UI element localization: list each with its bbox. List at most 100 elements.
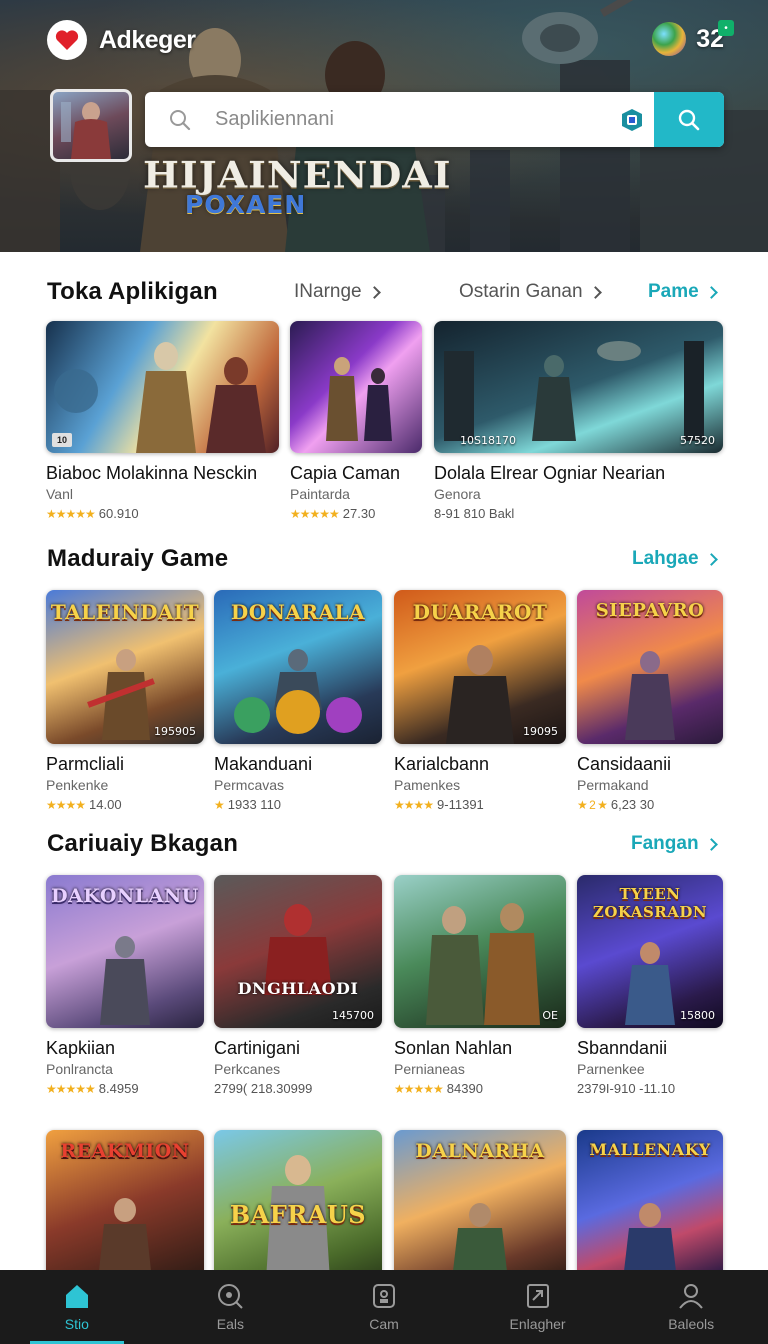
game-card-image: DUARAROT 19095	[394, 590, 566, 744]
game-card-image: TALEINDAIT 195905	[46, 590, 204, 744]
game-title: Makanduani	[214, 754, 313, 774]
heart-logo-icon	[47, 20, 87, 60]
filter-link-2[interactable]: Ostarin Ganan	[459, 281, 602, 303]
game-card[interactable]: DAKONLANU Kapkiian Ponlrancta ★★★★★ 8.495…	[46, 875, 204, 1096]
see-all-link[interactable]: Lahgae	[632, 548, 718, 570]
nav-label: Stio	[64, 1316, 89, 1332]
section-title: Maduraiy Game	[47, 545, 229, 572]
game-developer: Parnenkee	[577, 1061, 645, 1077]
game-card-image: DALNARHA	[394, 1130, 566, 1280]
nav-label: Baleols	[668, 1316, 715, 1332]
game-card-image: MALLENAKY	[577, 1130, 723, 1280]
app-rating: ★★★★★ 27.30	[290, 506, 376, 521]
app-card-image: 10S18170 57520	[434, 321, 723, 453]
size-stat: 57520	[680, 434, 715, 447]
app-card[interactable]: 10S18170 57520 Dolala Elrear Ogniar Near…	[434, 321, 723, 521]
game-card[interactable]: TALEINDAIT 195905 Parmcliali Penkenke ★★…	[46, 590, 204, 812]
app-rating: ★★★★★ 60.910	[46, 506, 139, 521]
star-rating-icon: ★★★★★	[46, 506, 96, 521]
age-badge: 10	[52, 433, 72, 447]
size-stat: OE	[542, 1009, 558, 1022]
game-rating: ★ 1933 110	[214, 797, 282, 812]
game-card-image: SIEPAVRO	[577, 590, 723, 744]
search-submit-icon	[678, 109, 700, 130]
game-title: Sbanndanii	[577, 1038, 668, 1058]
chevron-right-icon	[588, 285, 602, 299]
game-developer: Permakand	[577, 777, 649, 793]
game-developer: Penkenke	[46, 777, 109, 793]
star-rating-icon: ★★★★	[394, 797, 434, 812]
game-title: Cansidaanii	[577, 754, 672, 774]
game-card[interactable]: MALLENAKY	[577, 1130, 723, 1280]
app-rating: 8-91 810 Bakl	[434, 506, 515, 521]
game-card[interactable]: BAFRAUS	[214, 1130, 382, 1280]
share-icon	[526, 1284, 549, 1308]
game-card-image: REAKMION	[46, 1130, 204, 1280]
game-developer: Ponlrancta	[46, 1061, 113, 1077]
section-header-categories: Cariuaiy Bkagan Fangan	[47, 830, 722, 862]
size-stat: 15800	[680, 1009, 715, 1022]
game-card[interactable]: SIEPAVRO Cansidaanii Permakand ★ 2 ★ 6,23…	[577, 590, 723, 812]
search-submit-button[interactable]	[654, 92, 724, 147]
star-rating-icon: ★★★★★	[394, 1081, 444, 1096]
game-developer: Pamenkes	[394, 777, 461, 793]
nav-item-profile[interactable]: Baleols	[614, 1270, 768, 1344]
size-stat: 19095	[523, 725, 558, 738]
game-card[interactable]: DUARAROT 19095 Karialcbann Pamenkes ★★★★…	[394, 590, 566, 812]
search-input[interactable]	[215, 108, 610, 131]
game-card[interactable]: DNGHLAODI 145700 Cartinigani Perkcanes 2…	[214, 875, 382, 1096]
game-title: Kapkiian	[46, 1038, 116, 1058]
game-card[interactable]: OE Sonlan Nahlan Pernianeas ★★★★★ 84390	[394, 875, 566, 1096]
game-card[interactable]: REAKMION	[46, 1130, 204, 1280]
game-card[interactable]: DALNARHA	[394, 1130, 566, 1280]
app-title: Dolala Elrear Ogniar Nearian	[434, 463, 666, 483]
game-card[interactable]: DONARALA Makanduani Permcavas ★ 1933 110	[214, 590, 382, 812]
app-store-icon[interactable]	[610, 107, 654, 133]
nav-item-home[interactable]: Stio	[0, 1270, 154, 1344]
see-all-link[interactable]: Pame	[648, 281, 718, 303]
game-title: Cartinigani	[214, 1038, 301, 1058]
featured-thumbnail[interactable]	[50, 89, 132, 162]
star-rating-icon: ★★★★★	[290, 506, 340, 521]
game-developer: Permcavas	[214, 777, 285, 793]
home-icon	[65, 1285, 88, 1308]
nav-item-camera[interactable]: Cam	[307, 1270, 461, 1344]
app-logo-group[interactable]: Adkeger	[47, 20, 196, 60]
game-rating: ★★★★★ 84390	[394, 1081, 483, 1096]
star-rating-icon: ★★★★	[46, 797, 86, 812]
app-card-image: 10	[46, 321, 279, 453]
game-title: Karialcbann	[394, 754, 490, 774]
see-all-link[interactable]: Fangan	[631, 833, 718, 855]
coin-balance[interactable]: 32 •	[652, 20, 734, 56]
app-name: Adkeger	[99, 25, 196, 54]
app-developer: Paintarda	[290, 486, 350, 502]
game-rating: 2799( 218.30999	[214, 1081, 313, 1096]
section-title: Cariuaiy Bkagan	[47, 830, 239, 857]
game-rating: 2379I-910 -11.10	[577, 1081, 676, 1096]
download-count: 10S18170	[460, 434, 516, 447]
app-card[interactable]: 10 Biaboc Molakinna Nesckin Vanl ★★★★★ 60…	[46, 321, 279, 521]
game-title: Sonlan Nahlan	[394, 1038, 513, 1058]
star-rating-icon: ★	[214, 797, 225, 812]
app-card[interactable]: Capia Caman Paintarda ★★★★★ 27.30	[290, 321, 422, 521]
app-developer: Genora	[434, 486, 481, 502]
size-stat: 195905	[154, 725, 196, 738]
profile-icon	[679, 1284, 703, 1309]
hero-banner: Adkeger 32 • HIJAINENDAI POXAEN	[0, 0, 768, 252]
coin-notification-badge: •	[718, 20, 734, 36]
globe-coin-icon	[652, 22, 687, 56]
star-rating-icon: ★★★★★	[46, 1081, 96, 1096]
chevron-right-icon	[704, 552, 718, 566]
search-bar[interactable]	[145, 92, 724, 147]
game-rating: ★★★★★ 8.4959	[46, 1081, 139, 1096]
nav-label: Cam	[369, 1316, 399, 1332]
game-rating: ★ 2 ★ 6,23 30	[577, 797, 655, 812]
game-card-image: OE	[394, 875, 566, 1028]
app-title: Capia Caman	[290, 463, 401, 483]
filter-link-1[interactable]: INarnge	[294, 281, 381, 303]
game-rating: ★★★★ 9-11391	[394, 797, 484, 812]
game-card[interactable]: TYEEN ZOKASRADN 15800 Sbanndanii Parnenk…	[577, 875, 723, 1096]
nav-item-share[interactable]: Enlagher	[461, 1270, 615, 1344]
nav-item-search[interactable]: Eals	[154, 1270, 308, 1344]
bottom-navigation: Stio Eals Cam Enlagher Baleols	[0, 1270, 768, 1344]
